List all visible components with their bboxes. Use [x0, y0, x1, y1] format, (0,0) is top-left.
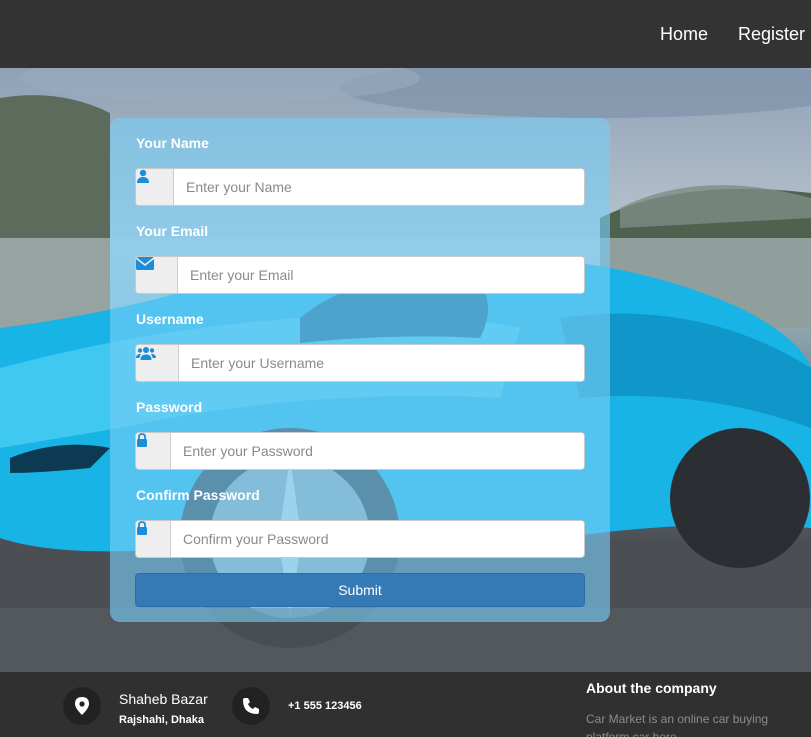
- users-icon: [136, 345, 179, 381]
- address-line1: Shaheb Bazar: [119, 691, 208, 707]
- confirm-password-input[interactable]: [171, 521, 584, 557]
- email-label: Your Email: [136, 223, 209, 239]
- name-field-group: [135, 168, 585, 206]
- confirm-password-label: Confirm Password: [136, 487, 260, 503]
- map-marker-icon: [63, 687, 101, 725]
- username-input[interactable]: [179, 345, 584, 381]
- lock-icon: [136, 521, 171, 557]
- nav-link-home[interactable]: Home: [660, 24, 708, 45]
- address-line2: Rajshahi, Dhaka: [119, 714, 204, 726]
- name-label: Your Name: [136, 135, 209, 151]
- phone-icon: [232, 687, 270, 725]
- submit-button[interactable]: Submit: [135, 573, 585, 607]
- username-field-group: [135, 344, 585, 382]
- password-field-group: [135, 432, 585, 470]
- name-input[interactable]: [174, 169, 584, 205]
- hero-background: Your Name Your Email Username Password: [0, 68, 811, 672]
- email-field-group: [135, 256, 585, 294]
- nav-link-register[interactable]: Register: [738, 24, 805, 45]
- password-input[interactable]: [171, 433, 584, 469]
- confirm-password-field-group: [135, 520, 585, 558]
- user-icon: [136, 169, 174, 205]
- about-title: About the company: [586, 680, 717, 696]
- footer: Shaheb Bazar Rajshahi, Dhaka +1 555 1234…: [0, 672, 811, 737]
- envelope-icon: [136, 257, 178, 293]
- password-label: Password: [136, 399, 203, 415]
- register-form-panel: Your Name Your Email Username Password: [110, 118, 610, 622]
- main-nav: Home Register: [630, 0, 811, 68]
- about-text: Car Market is an online car buying platf…: [586, 712, 769, 737]
- phone-number: +1 555 123456: [288, 700, 362, 712]
- email-input[interactable]: [178, 257, 584, 293]
- lock-icon: [136, 433, 171, 469]
- top-navbar: Home Register: [0, 0, 811, 68]
- username-label: Username: [136, 311, 204, 327]
